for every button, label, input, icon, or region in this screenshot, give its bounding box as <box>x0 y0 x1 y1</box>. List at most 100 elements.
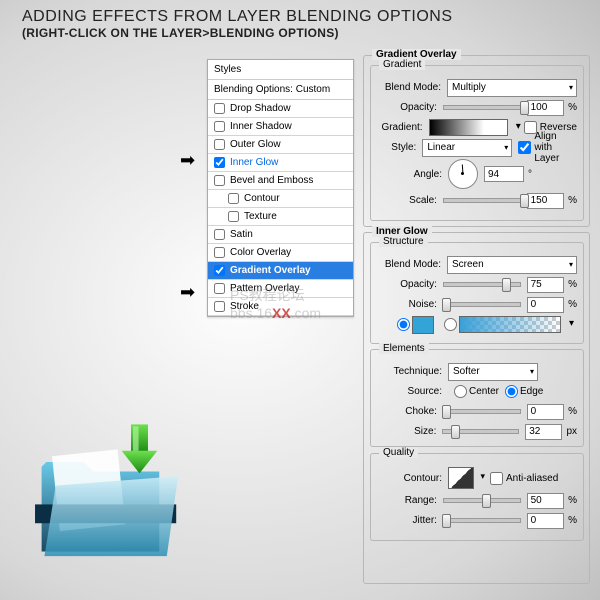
style-checkbox[interactable] <box>214 229 225 240</box>
angle-dial[interactable] <box>448 159 478 189</box>
opacity-unit: % <box>568 102 577 113</box>
gradient-label: Gradient: <box>377 122 423 133</box>
ig-opacity-value[interactable]: 75 <box>527 277 565 293</box>
structure-legend: Structure <box>379 236 428 247</box>
align-checkbox[interactable] <box>518 141 531 154</box>
scale-unit: % <box>568 195 577 206</box>
style-checkbox[interactable] <box>214 247 225 258</box>
style-label: Style: <box>377 142 416 153</box>
ig-blend-mode-select[interactable]: Screen <box>447 256 577 274</box>
gradient-swatch[interactable] <box>429 119 508 136</box>
quality-legend: Quality <box>379 447 418 458</box>
arrow-gradient-overlay: ➡ <box>180 282 195 303</box>
style-item-pattern-overlay[interactable]: Pattern Overlay <box>208 280 353 298</box>
styles-header[interactable]: Styles <box>208 60 353 80</box>
edge-label: Edge <box>520 386 543 397</box>
style-item-color-overlay[interactable]: Color Overlay <box>208 244 353 262</box>
technique-select[interactable]: Softer <box>448 363 538 381</box>
style-item-drop-shadow[interactable]: Drop Shadow <box>208 100 353 118</box>
style-label: Gradient Overlay <box>230 265 311 276</box>
style-item-contour[interactable]: Contour <box>208 190 353 208</box>
style-label: Satin <box>230 229 253 240</box>
size-value[interactable]: 32 <box>525 424 562 440</box>
scale-label: Scale: <box>377 195 437 206</box>
style-item-bevel-and-emboss[interactable]: Bevel and Emboss <box>208 172 353 190</box>
blend-mode-select[interactable]: Multiply <box>447 79 577 97</box>
arrow-inner-glow: ➡ <box>180 150 195 171</box>
style-checkbox[interactable] <box>228 211 239 222</box>
style-label: Inner Glow <box>230 157 278 168</box>
edge-radio[interactable] <box>505 385 518 398</box>
page-subtitle: (RIGHT-CLICK ON THE LAYER>BLENDING OPTIO… <box>22 26 453 40</box>
style-checkbox[interactable] <box>214 157 225 168</box>
style-label: Color Overlay <box>230 247 291 258</box>
color-swatch[interactable] <box>412 316 434 334</box>
gradient-radio[interactable] <box>444 318 457 331</box>
jitter-value[interactable]: 0 <box>527 513 565 529</box>
style-label: Outer Glow <box>230 139 281 150</box>
style-label: Texture <box>244 211 277 222</box>
style-checkbox[interactable] <box>214 283 225 294</box>
gradient-overlay-group: Gradient Overlay Gradient Blend Mode: Mu… <box>363 55 590 227</box>
source-label: Source: <box>377 386 442 397</box>
angle-value[interactable]: 94 <box>484 166 524 182</box>
style-checkbox[interactable] <box>228 193 239 204</box>
style-label: Stroke <box>230 301 259 312</box>
style-item-inner-shadow[interactable]: Inner Shadow <box>208 118 353 136</box>
jitter-slider[interactable] <box>443 518 521 523</box>
style-select[interactable]: Linear <box>422 139 512 157</box>
style-item-gradient-overlay[interactable]: Gradient Overlay <box>208 262 353 280</box>
style-checkbox[interactable] <box>214 301 225 312</box>
ig-blend-mode-label: Blend Mode: <box>377 259 441 270</box>
jitter-label: Jitter: <box>377 515 437 526</box>
anti-aliased-checkbox[interactable] <box>490 472 503 485</box>
styles-panel: Styles Blending Options: Custom Drop Sha… <box>207 59 354 317</box>
elements-group: Elements Technique: Softer Source: Cente… <box>370 349 584 447</box>
style-checkbox[interactable] <box>214 265 225 276</box>
center-radio[interactable] <box>454 385 467 398</box>
size-slider[interactable] <box>442 429 519 434</box>
range-label: Range: <box>377 495 437 506</box>
style-item-inner-glow[interactable]: Inner Glow <box>208 154 353 172</box>
folder-download-icon <box>25 415 190 575</box>
blending-options-default[interactable]: Blending Options: Custom <box>208 80 353 100</box>
style-checkbox[interactable] <box>214 121 225 132</box>
style-label: Drop Shadow <box>230 103 291 114</box>
style-item-satin[interactable]: Satin <box>208 226 353 244</box>
style-item-texture[interactable]: Texture <box>208 208 353 226</box>
ig-gradient-swatch[interactable] <box>459 316 561 333</box>
scale-slider[interactable] <box>443 198 521 203</box>
choke-slider[interactable] <box>443 409 521 414</box>
elements-legend: Elements <box>379 343 429 354</box>
choke-label: Choke: <box>377 406 437 417</box>
blend-mode-label: Blend Mode: <box>377 82 441 93</box>
choke-value[interactable]: 0 <box>527 404 565 420</box>
angle-label: Angle: <box>377 169 442 180</box>
noise-label: Noise: <box>377 299 437 310</box>
style-label: Contour <box>244 193 280 204</box>
style-checkbox[interactable] <box>214 103 225 114</box>
noise-slider[interactable] <box>443 302 521 307</box>
noise-value[interactable]: 0 <box>527 297 565 313</box>
opacity-label: Opacity: <box>377 102 437 113</box>
contour-swatch[interactable] <box>448 467 474 489</box>
scale-value[interactable]: 150 <box>527 193 565 209</box>
range-slider[interactable] <box>443 498 521 503</box>
style-label: Pattern Overlay <box>230 283 299 294</box>
gradient-subgroup: Gradient Blend Mode: Multiply Opacity: 1… <box>370 65 584 221</box>
style-label: Bevel and Emboss <box>230 175 313 186</box>
ig-opacity-slider[interactable] <box>443 282 521 287</box>
style-checkbox[interactable] <box>214 175 225 186</box>
opacity-slider[interactable] <box>443 105 521 110</box>
style-checkbox[interactable] <box>214 139 225 150</box>
style-label: Inner Shadow <box>230 121 292 132</box>
anti-aliased-label: Anti-aliased <box>506 473 558 484</box>
color-radio[interactable] <box>397 318 410 331</box>
gradient-legend: Gradient <box>379 59 425 70</box>
range-value[interactable]: 50 <box>527 493 565 509</box>
page-title: ADDING EFFECTS FROM LAYER BLENDING OPTIO… <box>22 8 453 26</box>
style-item-stroke[interactable]: Stroke <box>208 298 353 316</box>
technique-label: Technique: <box>377 366 442 377</box>
opacity-value[interactable]: 100 <box>527 100 565 116</box>
style-item-outer-glow[interactable]: Outer Glow <box>208 136 353 154</box>
